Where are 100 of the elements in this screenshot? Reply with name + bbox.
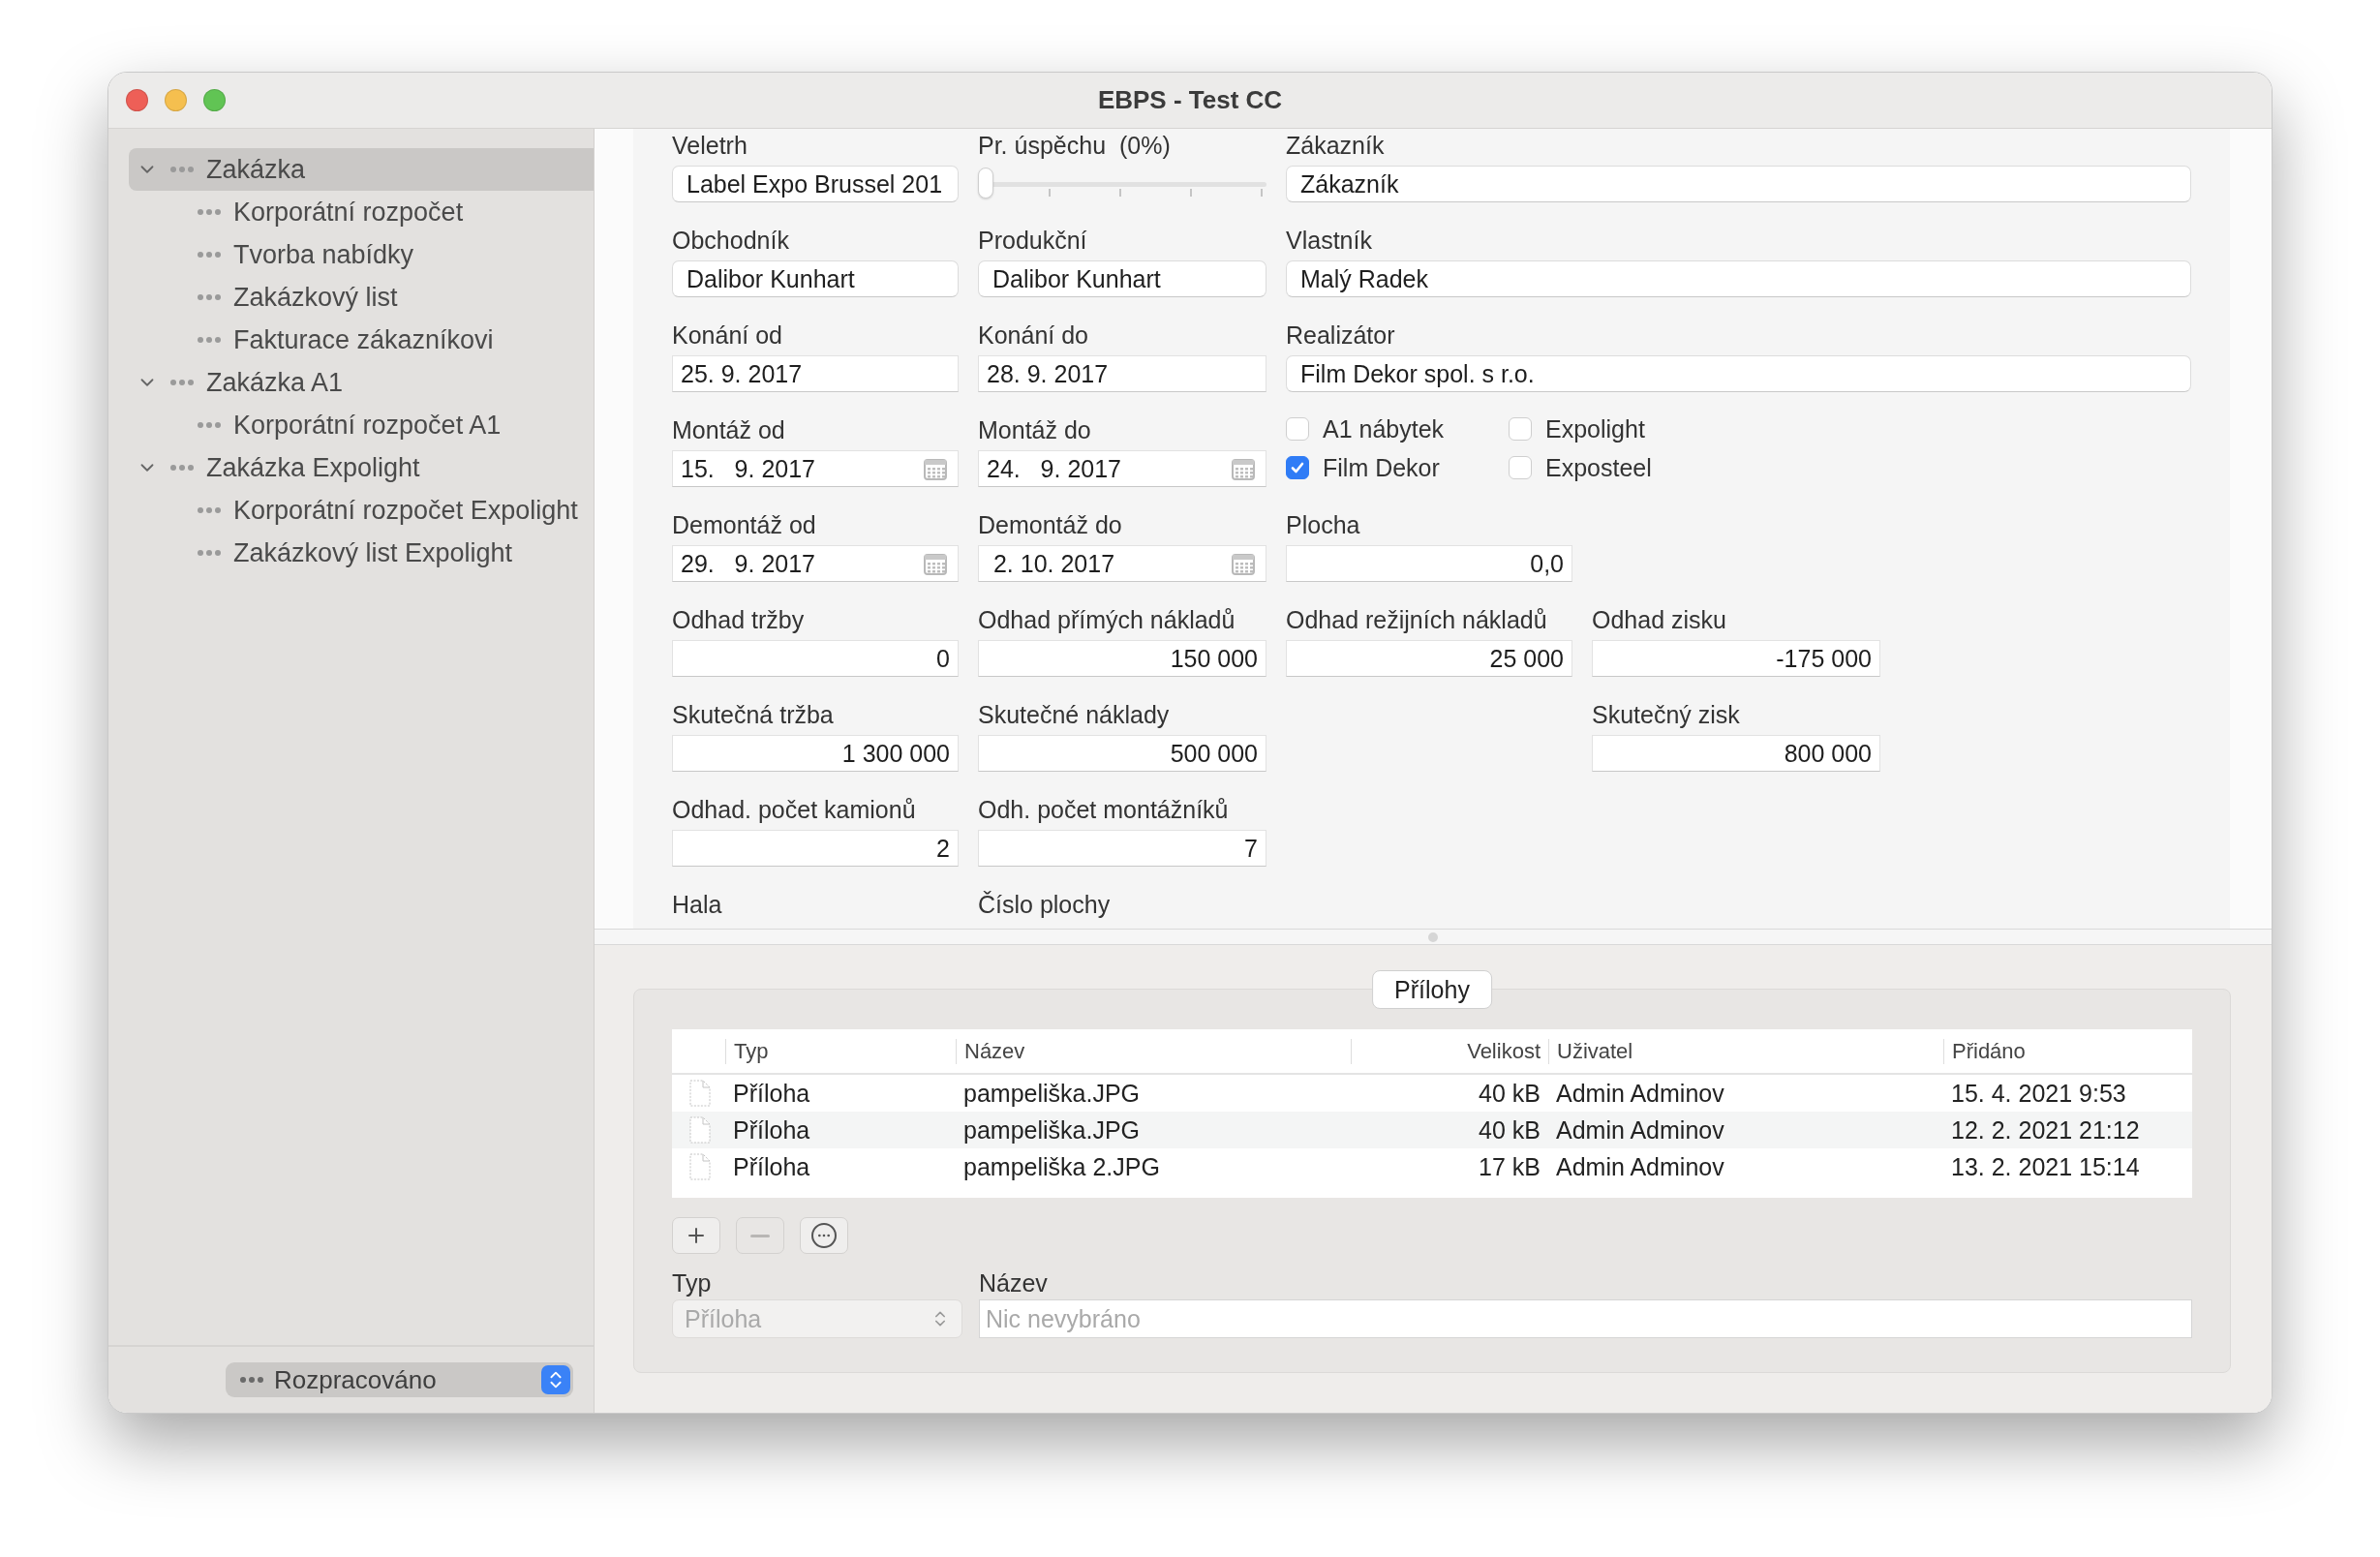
field-label: Realizátor <box>1286 321 1396 351</box>
input-field[interactable]: Malý Radek <box>1286 260 2191 297</box>
input-field[interactable]: 1 300 000 <box>672 735 959 772</box>
sidebar-item[interactable]: Zakázka <box>129 148 594 191</box>
sidebar-item[interactable]: Zakázkový list <box>129 276 594 319</box>
calendar-icon[interactable] <box>1231 456 1256 481</box>
dots-icon <box>197 293 222 301</box>
add-button[interactable] <box>672 1217 720 1254</box>
close-button[interactable] <box>126 89 148 111</box>
column-header[interactable]: Uživatel <box>1548 1038 1943 1064</box>
column-header[interactable]: Název <box>956 1038 1351 1064</box>
input-field[interactable]: 25. 9. 2017 <box>672 355 959 392</box>
checkbox[interactable]: A1 nábytek <box>1286 413 1509 444</box>
input-field[interactable]: Dalibor Kunhart <box>978 260 1266 297</box>
sidebar-item[interactable]: Tvorba nabídky <box>129 233 594 276</box>
dots-icon <box>169 464 195 472</box>
field-label: Veletrh <box>672 131 748 161</box>
status-popup[interactable]: Rozpracováno <box>226 1362 573 1397</box>
stepper-icon[interactable] <box>541 1365 570 1394</box>
field-label: Demontáž od <box>672 510 817 540</box>
more-button[interactable] <box>800 1217 848 1254</box>
file-icon <box>689 1153 711 1180</box>
checkbox-box[interactable] <box>1509 456 1532 479</box>
checkbox[interactable]: Expolight <box>1509 413 1731 444</box>
table-cell-text: Příloha <box>732 1152 811 1181</box>
sidebar-item[interactable]: Korporátní rozpočet A1 <box>129 404 594 446</box>
calendar-icon[interactable] <box>923 456 948 481</box>
table-cell-text: Příloha <box>732 1115 811 1145</box>
table-cell-text: 13. 2. 2021 15:14 <box>1950 1152 2141 1181</box>
field-label: Konání do <box>978 321 1089 351</box>
dots-icon <box>169 379 195 386</box>
minimize-button[interactable] <box>165 89 187 111</box>
table-cell-text: pampeliška.JPG <box>962 1079 1142 1108</box>
field-label: Montáž do <box>978 415 1092 445</box>
input-field[interactable]: 28. 9. 2017 <box>978 355 1266 392</box>
input-field[interactable]: 500 000 <box>978 735 1266 772</box>
date-picker[interactable]: 15. 9. 2017 <box>672 450 959 487</box>
checkbox-box[interactable] <box>1509 417 1532 441</box>
calendar-icon[interactable] <box>923 551 948 576</box>
checkbox-box[interactable] <box>1286 417 1309 441</box>
sidebar-item[interactable]: Fakturace zákazníkovi <box>129 319 594 361</box>
dots-icon <box>197 549 222 557</box>
input-field[interactable]: 0,0 <box>1286 545 1572 582</box>
field-label: Konání od <box>672 321 783 351</box>
checkbox-box[interactable] <box>1286 456 1309 479</box>
table-cell-text: 15. 4. 2021 9:53 <box>1950 1079 2127 1108</box>
input-field[interactable]: -175 000 <box>1592 640 1880 677</box>
input-field[interactable]: Film Dekor spol. s r.o. <box>1286 355 2191 392</box>
checkbox[interactable]: Film Dekor <box>1286 452 1509 483</box>
sidebar-item[interactable]: Korporátní rozpočet <box>129 191 594 233</box>
field-label: Skutečná tržba <box>672 700 835 730</box>
field-label: Typ <box>672 1268 713 1298</box>
input-field[interactable]: Dalibor Kunhart <box>672 260 959 297</box>
table-cell-text: 17 kB <box>1478 1152 1541 1181</box>
window-title: EBPS - Test CC <box>1097 85 1283 115</box>
sidebar-item[interactable]: Zakázka A1 <box>129 361 594 404</box>
field-label: Pr. úspěchu (0%) <box>978 131 1172 161</box>
dots-icon <box>197 251 222 259</box>
divider-handle-icon[interactable] <box>1428 931 1438 942</box>
table-cell-text: Admin Adminov <box>1555 1079 1725 1108</box>
dots-icon <box>197 208 222 216</box>
dots-icon <box>239 1376 264 1384</box>
slider-thumb[interactable] <box>978 168 993 198</box>
calendar-icon[interactable] <box>1231 551 1256 576</box>
table-cell-text: Admin Adminov <box>1555 1152 1725 1181</box>
input-field[interactable]: 2 <box>672 830 959 867</box>
name-field[interactable]: Nic nevybráno <box>979 1299 2192 1338</box>
input-field[interactable]: 150 000 <box>978 640 1266 677</box>
checkbox[interactable]: Exposteel <box>1509 452 1731 483</box>
zoom-button[interactable] <box>203 89 226 111</box>
date-picker[interactable]: 29. 9. 2017 <box>672 545 959 582</box>
column-header[interactable]: Typ <box>725 1038 956 1064</box>
input-field[interactable]: 7 <box>978 830 1266 867</box>
date-picker[interactable]: 2. 10. 2017 <box>978 545 1266 582</box>
field-label: Hala <box>672 890 723 920</box>
date-picker[interactable]: 24. 9. 2017 <box>978 450 1266 487</box>
field-label: Skutečné náklady <box>978 700 1171 730</box>
table-cell-text: Admin Adminov <box>1555 1115 1725 1145</box>
input-field[interactable]: Zákazník <box>1286 166 2191 202</box>
column-header[interactable]: Velikost <box>1351 1038 1548 1064</box>
input-field[interactable]: 800 000 <box>1592 735 1880 772</box>
table-cell-text: pampeliška.JPG <box>962 1115 1142 1145</box>
field-label: Vlastník <box>1286 226 1373 256</box>
file-icon <box>689 1116 711 1144</box>
sidebar-item[interactable]: Zakázka Expolight <box>129 446 594 489</box>
input-field[interactable]: Label Expo Brussel 201 <box>672 166 959 202</box>
input-field[interactable]: 25 000 <box>1286 640 1572 677</box>
field-label: Plocha <box>1286 510 1361 540</box>
file-icon <box>689 1080 711 1107</box>
column-header[interactable]: Přidáno <box>1943 1038 2192 1064</box>
sidebar-item[interactable]: Zakázkový list Expolight <box>129 532 594 574</box>
field-label: Obchodník <box>672 226 790 256</box>
table-cell-text: pampeliška 2.JPG <box>962 1152 1161 1181</box>
attachments-tab[interactable]: Přílohy <box>1372 970 1492 1009</box>
field-label: Číslo plochy <box>978 890 1112 920</box>
table-cell-text: 40 kB <box>1478 1115 1541 1145</box>
dots-icon <box>197 421 222 429</box>
dots-icon <box>197 336 222 344</box>
input-field[interactable]: 0 <box>672 640 959 677</box>
sidebar-item[interactable]: Korporátní rozpočet Expolight <box>129 489 594 532</box>
